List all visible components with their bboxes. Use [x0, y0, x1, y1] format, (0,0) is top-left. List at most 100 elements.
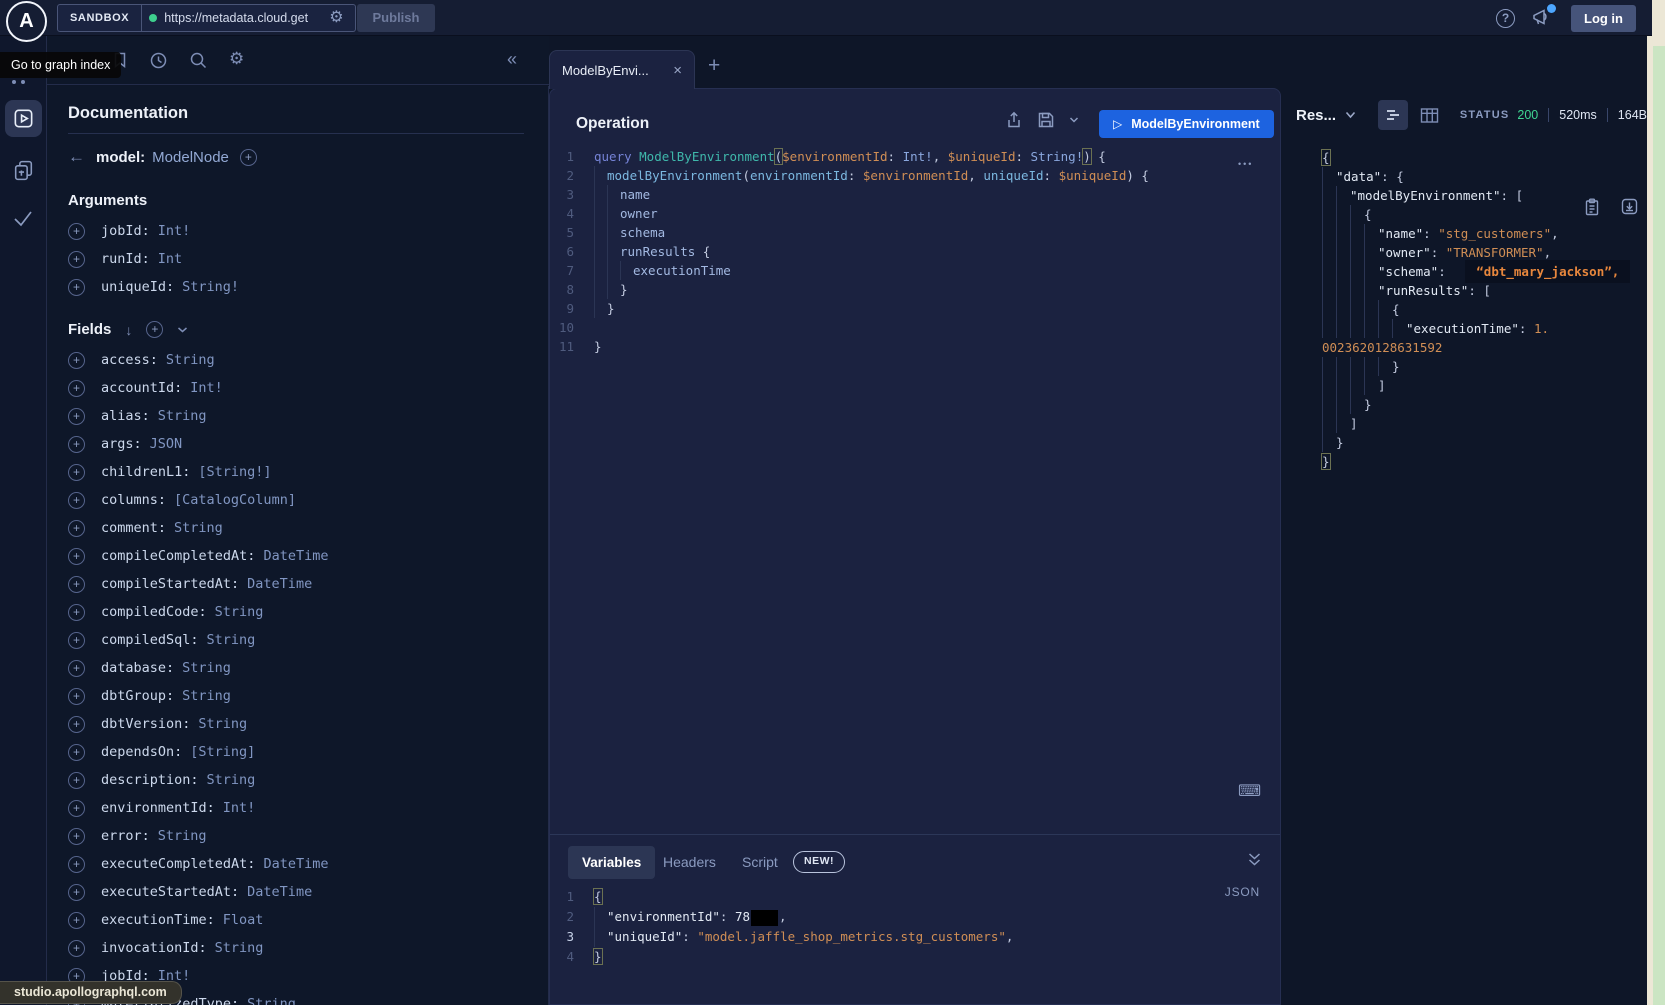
field-type[interactable]: JSON: [150, 436, 183, 452]
field-name[interactable]: executeCompletedAt:: [101, 856, 255, 872]
breadcrumb-type-link[interactable]: ModelNode: [152, 149, 229, 166]
connection-settings-icon[interactable]: ⚙: [329, 10, 343, 26]
sidebar-item-checks[interactable]: [11, 206, 35, 230]
field-type[interactable]: DateTime: [263, 548, 328, 564]
field-row[interactable]: +environmentId:Int!: [68, 794, 548, 822]
code-line[interactable]: 9}: [550, 299, 1280, 318]
field-row[interactable]: +columns:[CatalogColumn]: [68, 486, 548, 514]
field-name[interactable]: accountId:: [101, 380, 182, 396]
code-line[interactable]: 4}: [550, 947, 1280, 967]
field-type[interactable]: String: [158, 828, 207, 844]
field-type[interactable]: Int!: [158, 223, 191, 239]
field-type[interactable]: [CatalogColumn]: [174, 492, 296, 508]
add-field-icon[interactable]: +: [68, 576, 85, 593]
field-name[interactable]: description:: [101, 772, 199, 788]
code-line[interactable]: 6runResults {: [550, 242, 1280, 261]
field-row[interactable]: +database:String: [68, 654, 548, 682]
keyboard-shortcuts-icon[interactable]: ⌨: [1238, 781, 1261, 801]
field-row[interactable]: + dbtGroup: String: [68, 682, 548, 710]
field-name[interactable]: executionTime:: [101, 912, 215, 928]
add-field-icon[interactable]: +: [68, 464, 85, 481]
add-field-icon[interactable]: +: [68, 380, 85, 397]
field-row[interactable]: +comment:String: [68, 514, 548, 542]
add-field-icon[interactable]: +: [68, 716, 85, 733]
field-type[interactable]: String: [247, 996, 296, 1005]
download-response-icon[interactable]: [1621, 198, 1638, 216]
field-name[interactable]: dbtGroup:: [101, 688, 174, 704]
field-type[interactable]: String: [182, 688, 231, 704]
field-row[interactable]: +runId:Int: [68, 245, 548, 273]
field-type[interactable]: String: [158, 408, 207, 424]
add-field-icon[interactable]: +: [68, 688, 85, 705]
save-operation-icon[interactable]: [1037, 111, 1055, 129]
new-tab-icon[interactable]: +: [708, 54, 720, 78]
field-row[interactable]: +executionTime:Float: [68, 906, 548, 934]
field-name[interactable]: compiledSql:: [101, 632, 199, 648]
field-row[interactable]: +accountId:Int!: [68, 374, 548, 402]
field-name[interactable]: executeStartedAt:: [101, 884, 239, 900]
field-type[interactable]: String!: [182, 279, 239, 295]
field-row[interactable]: + alias: String: [68, 402, 548, 430]
add-field-icon[interactable]: +: [68, 884, 85, 901]
field-name[interactable]: columns:: [101, 492, 166, 508]
add-field-icon[interactable]: +: [68, 660, 85, 677]
field-name[interactable]: environmentId:: [101, 800, 215, 816]
login-button[interactable]: Log in: [1571, 5, 1636, 32]
code-line[interactable]: 10: [550, 318, 1280, 337]
sidebar-item-collections[interactable]: [11, 158, 36, 183]
add-fields-icon[interactable]: +: [146, 321, 163, 338]
sort-fields-icon[interactable]: ↓: [125, 322, 132, 338]
field-row[interactable]: +compileStartedAt:DateTime: [68, 570, 548, 598]
field-name[interactable]: alias:: [101, 408, 150, 424]
code-line[interactable]: 8}: [550, 280, 1280, 299]
field-name[interactable]: dbtVersion:: [101, 716, 190, 732]
graphql-editor[interactable]: 1query ModelByEnvironment($environmentId…: [550, 147, 1280, 356]
add-field-icon[interactable]: +: [68, 436, 85, 453]
field-row[interactable]: +dependsOn:[String]: [68, 738, 548, 766]
field-type[interactable]: String: [207, 632, 256, 648]
code-line[interactable]: 7executionTime: [550, 261, 1280, 280]
endpoint-url-input[interactable]: https://metadata.cloud.get: [164, 11, 322, 25]
field-row[interactable]: +dbtVersion:String: [68, 710, 548, 738]
graph-index-icon[interactable]: [12, 80, 25, 84]
field-name[interactable]: runId:: [101, 251, 150, 267]
run-operation-button[interactable]: ▷ ModelByEnvironment: [1099, 110, 1274, 138]
field-name[interactable]: uniqueId:: [101, 279, 174, 295]
field-name[interactable]: comment:: [101, 520, 166, 536]
code-line[interactable]: 5schema: [550, 223, 1280, 242]
tab-script[interactable]: Script: [742, 846, 778, 879]
field-name[interactable]: access:: [101, 352, 158, 368]
variables-editor[interactable]: 1{2"environmentId": 78,3"uniqueId": "mod…: [550, 887, 1280, 967]
copy-response-icon[interactable]: [1584, 198, 1600, 216]
response-title[interactable]: Res...: [1296, 107, 1336, 124]
tab-variables[interactable]: Variables: [568, 846, 655, 879]
announcements-icon[interactable]: [1531, 6, 1555, 30]
code-line[interactable]: 2modelByEnvironment(environmentId: $envi…: [550, 166, 1280, 185]
add-field-icon[interactable]: +: [68, 912, 85, 929]
response-chevron-icon[interactable]: [1345, 111, 1356, 119]
field-row[interactable]: +error:String: [68, 822, 548, 850]
history-icon[interactable]: [149, 51, 168, 70]
add-field-icon[interactable]: +: [68, 408, 85, 425]
field-type[interactable]: Int: [158, 251, 182, 267]
field-name[interactable]: compiledCode:: [101, 604, 207, 620]
field-type[interactable]: String: [166, 352, 215, 368]
field-name[interactable]: jobId:: [101, 223, 150, 239]
code-line[interactable]: 3"uniqueId": "model.jaffle_shop_metrics.…: [550, 927, 1280, 947]
field-type[interactable]: DateTime: [247, 884, 312, 900]
share-operation-icon[interactable]: [1005, 111, 1023, 129]
add-field-icon[interactable]: +: [68, 604, 85, 621]
field-row[interactable]: +compileCompletedAt:DateTime: [68, 542, 548, 570]
field-row[interactable]: +args:JSON: [68, 430, 548, 458]
add-field-icon[interactable]: +: [68, 800, 85, 817]
code-line[interactable]: 11}: [550, 337, 1280, 356]
add-field-icon[interactable]: +: [68, 520, 85, 537]
add-field-icon[interactable]: +: [68, 279, 85, 296]
field-row[interactable]: +childrenL1:[String!]: [68, 458, 548, 486]
formatted-view-button[interactable]: [1378, 100, 1408, 130]
apollo-logo[interactable]: A: [6, 1, 47, 42]
add-field-icon[interactable]: +: [68, 744, 85, 761]
field-row[interactable]: +compiledSql:String: [68, 626, 548, 654]
settings-gear-icon[interactable]: ⚙: [229, 49, 244, 69]
add-field-icon[interactable]: +: [68, 940, 85, 957]
